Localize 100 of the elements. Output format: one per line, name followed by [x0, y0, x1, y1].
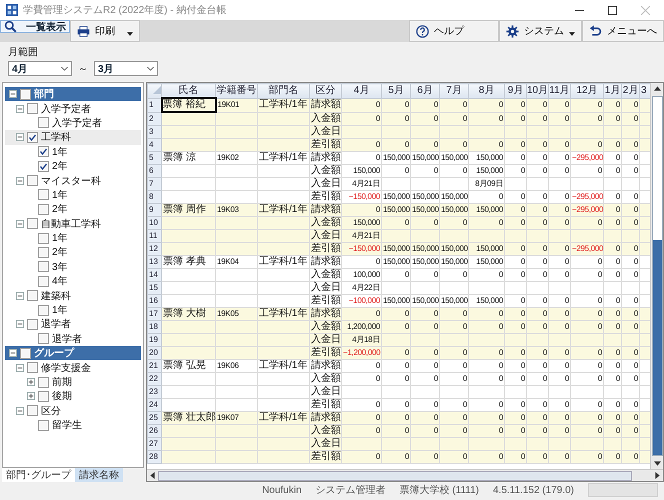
- column-header[interactable]: 4月: [342, 84, 382, 98]
- table-cell-text: 4月18日: [351, 334, 380, 346]
- tree-item[interactable]: 工学科: [5, 130, 141, 145]
- checkbox[interactable]: [38, 146, 49, 158]
- plus-icon[interactable]: [27, 378, 35, 386]
- checkbox[interactable]: [20, 348, 31, 359]
- checkbox[interactable]: [27, 132, 38, 143]
- column-header[interactable]: 区分: [310, 84, 342, 98]
- checkbox[interactable]: [38, 117, 49, 128]
- column-header[interactable]: 3: [640, 84, 650, 98]
- column-header[interactable]: 10月: [526, 84, 548, 98]
- minus-icon[interactable]: [16, 320, 24, 328]
- tree-item[interactable]: 入学予定者: [5, 116, 141, 130]
- checkbox[interactable]: [38, 304, 49, 316]
- table-cell-text: 0: [632, 204, 638, 216]
- column-header[interactable]: 1月: [604, 84, 622, 98]
- tree-item[interactable]: 部門: [5, 87, 141, 102]
- tree-item[interactable]: 1年: [5, 144, 141, 159]
- table-cell-text: 0: [374, 204, 380, 216]
- column-header[interactable]: 2月: [622, 84, 640, 98]
- checkbox[interactable]: [38, 189, 49, 200]
- checkbox[interactable]: [27, 290, 38, 302]
- plus-icon[interactable]: [27, 392, 35, 400]
- month-dropdown[interactable]: 3月: [94, 61, 158, 76]
- checkbox[interactable]: [38, 204, 49, 215]
- checkbox[interactable]: [20, 88, 31, 100]
- column-header[interactable]: 6月: [410, 84, 440, 98]
- column-header[interactable]: 部門名: [258, 84, 310, 98]
- minus-icon[interactable]: [16, 220, 24, 228]
- checkbox[interactable]: [27, 103, 38, 114]
- tree-item[interactable]: 区分: [5, 404, 141, 418]
- scroll-left-icon[interactable]: [150, 472, 155, 479]
- tree-item[interactable]: 1年: [5, 302, 141, 318]
- checkbox[interactable]: [38, 276, 49, 287]
- maximize-icon[interactable]: [608, 6, 617, 14]
- tree-item[interactable]: 1年: [5, 188, 141, 202]
- tree-item[interactable]: 4年: [5, 274, 141, 288]
- scroll-right-icon[interactable]: [655, 472, 660, 479]
- column-header[interactable]: 7月: [440, 84, 468, 98]
- tree-item[interactable]: 修学支援金: [5, 360, 141, 375]
- checkbox[interactable]: [38, 261, 49, 272]
- toolbar-button[interactable]: 印刷: [70, 20, 140, 42]
- tree-item[interactable]: 入学予定者: [5, 101, 141, 116]
- tree-item[interactable]: 2年: [5, 158, 141, 174]
- checkbox[interactable]: [38, 333, 49, 344]
- minus-icon[interactable]: [16, 104, 24, 113]
- table-cell-text: 0: [520, 165, 525, 177]
- vertical-scrollbar[interactable]: [650, 83, 663, 469]
- checkbox[interactable]: [27, 318, 38, 330]
- tab[interactable]: 部門･グループ: [2, 468, 75, 482]
- minus-icon[interactable]: [9, 349, 17, 358]
- horizontal-scrollbar[interactable]: [147, 469, 663, 481]
- checkbox[interactable]: [38, 246, 49, 258]
- column-header[interactable]: 8月: [468, 84, 504, 98]
- minus-icon[interactable]: [9, 90, 17, 98]
- checkbox[interactable]: [27, 175, 38, 186]
- checkbox[interactable]: [38, 232, 49, 244]
- month-dropdown[interactable]: 4月: [8, 61, 72, 76]
- minus-icon[interactable]: [16, 406, 24, 415]
- tab[interactable]: 請求名称: [75, 468, 123, 482]
- toolbar-button[interactable]: 一覧表示: [0, 20, 70, 33]
- status-text: 4.5.11.152 (179.0): [493, 484, 574, 496]
- tree-item[interactable]: 2年: [5, 245, 141, 260]
- tree-item[interactable]: 3年: [5, 260, 141, 274]
- tree-item[interactable]: 退学者: [5, 317, 141, 332]
- scroll-down-icon[interactable]: [654, 461, 660, 466]
- toolbar-button[interactable]: メニューへ: [582, 20, 664, 42]
- column-header[interactable]: 氏名: [162, 84, 216, 98]
- toolbar-button[interactable]: システム: [499, 20, 582, 42]
- table-cell-text: 0: [614, 451, 620, 463]
- tree-item[interactable]: 留学生: [5, 418, 141, 432]
- scroll-up-icon[interactable]: [654, 86, 660, 91]
- tree-item[interactable]: グループ: [5, 346, 141, 360]
- tree-item[interactable]: 自動車工学科: [5, 216, 141, 231]
- tree-item[interactable]: 後期: [5, 389, 141, 404]
- tree-item[interactable]: マイスター科: [5, 173, 141, 188]
- minus-icon[interactable]: [16, 292, 24, 300]
- table-cell: 150,000: [441, 204, 467, 216]
- column-header[interactable]: 5月: [382, 84, 410, 98]
- checkbox[interactable]: [38, 390, 49, 402]
- column-header[interactable]: 学籍番号: [216, 84, 258, 98]
- tree-item[interactable]: 2年: [5, 202, 141, 217]
- column-header[interactable]: 12月: [570, 84, 604, 98]
- minus-icon[interactable]: [16, 176, 24, 185]
- checkbox[interactable]: [38, 376, 49, 388]
- checkbox[interactable]: [27, 405, 38, 416]
- table-cell-text: 19K02: [217, 152, 240, 164]
- tree-item[interactable]: 退学者: [5, 332, 141, 346]
- toolbar-button[interactable]: ヘルプ: [409, 20, 499, 42]
- minus-icon[interactable]: [16, 133, 24, 142]
- column-header[interactable]: 11月: [548, 84, 570, 98]
- checkbox[interactable]: [27, 362, 38, 374]
- tree-item[interactable]: 前期: [5, 374, 141, 390]
- column-header[interactable]: 9月: [504, 84, 526, 98]
- checkbox[interactable]: [38, 160, 49, 172]
- minus-icon[interactable]: [16, 364, 24, 372]
- checkbox[interactable]: [38, 420, 49, 431]
- tree-item[interactable]: 1年: [5, 230, 141, 246]
- tree-item[interactable]: 建築科: [5, 288, 141, 303]
- checkbox[interactable]: [27, 218, 38, 230]
